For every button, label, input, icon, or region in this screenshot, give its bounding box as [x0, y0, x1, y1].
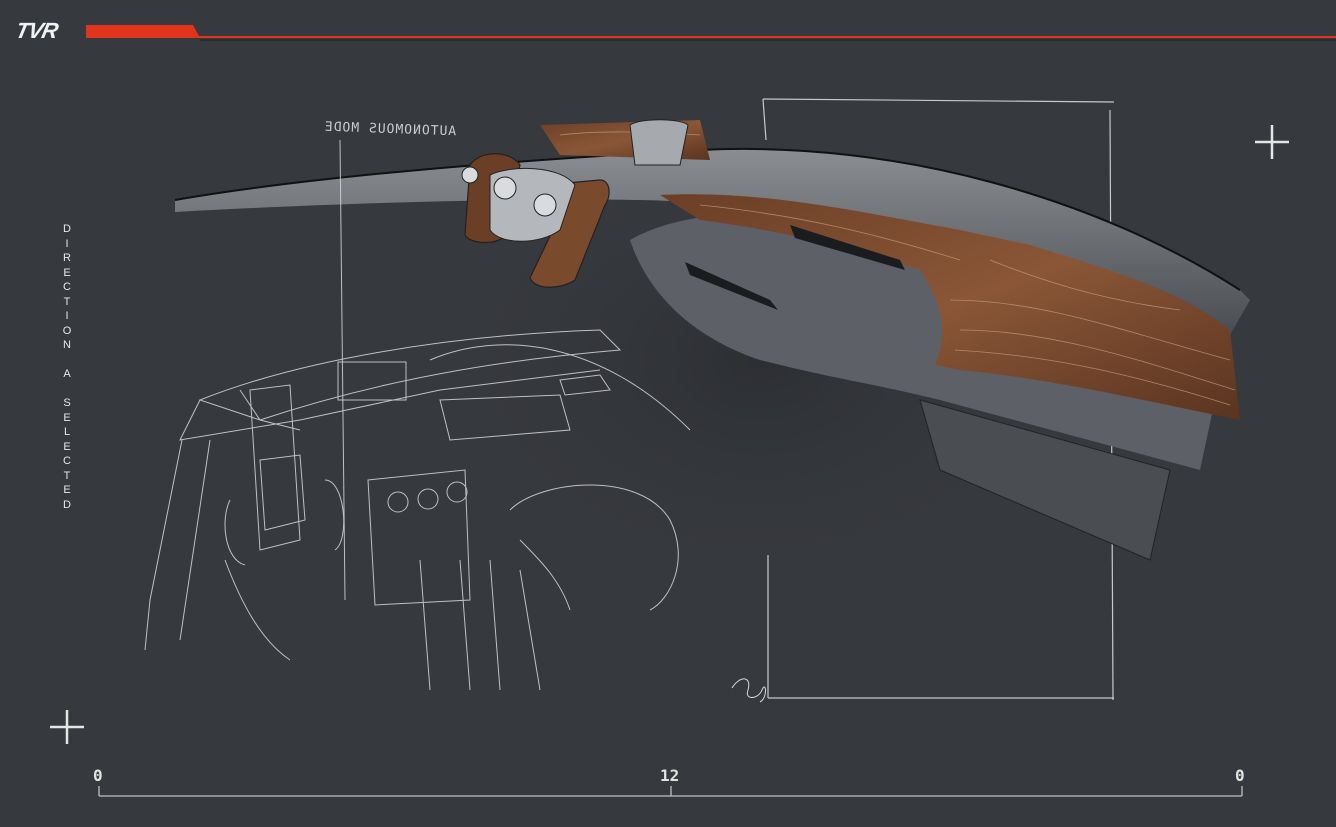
- plus-icon: [50, 710, 84, 744]
- plus-icon: [1255, 125, 1289, 159]
- header-bar: [86, 25, 1336, 41]
- sketch-canvas: TVR DIRECTION A SELECTED AUTONOMOUS MODE…: [0, 0, 1336, 827]
- sketch-artwork: [50, 25, 1336, 797]
- timeline-ruler: [98, 786, 1243, 797]
- timeline-start-label: 0: [93, 766, 103, 785]
- designer-signature: [731, 678, 766, 703]
- tvr-logo: TVR: [13, 18, 60, 43]
- direction-label: DIRECTION A SELECTED: [60, 222, 74, 512]
- timeline-mid-label: 12: [660, 766, 680, 785]
- direction-label-text: DIRECTION A SELECTED: [62, 223, 72, 511]
- timeline-end-label: 0: [1235, 766, 1245, 785]
